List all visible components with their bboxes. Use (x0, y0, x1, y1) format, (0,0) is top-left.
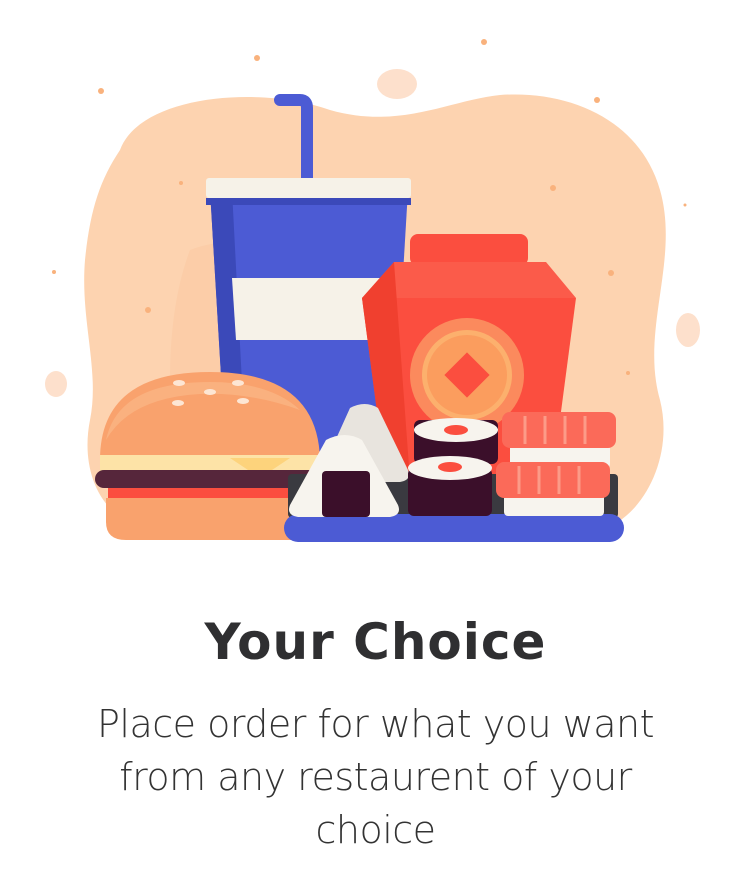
food-illustration (45, 39, 700, 542)
sushi-roll-icon (408, 418, 498, 516)
onboarding-description: Place order for what you want from any r… (96, 702, 655, 852)
onboarding-title: Your Choice (204, 613, 547, 671)
nigiri-icon (496, 412, 616, 516)
